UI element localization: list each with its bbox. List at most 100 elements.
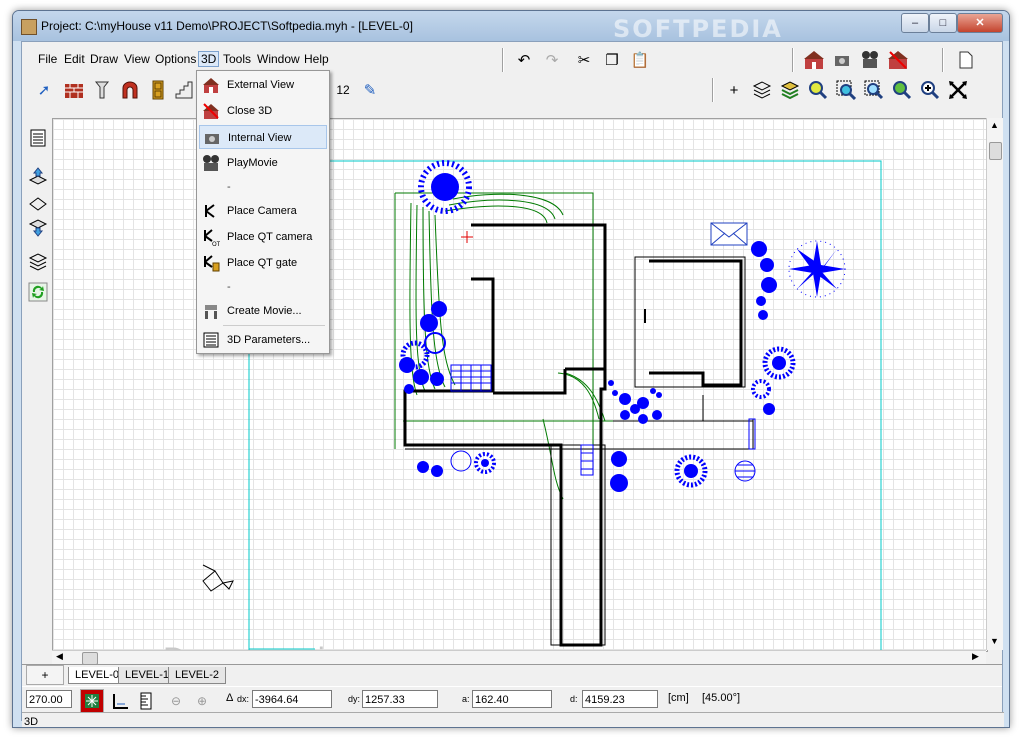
properties-icon[interactable] xyxy=(26,126,50,150)
close-3d-icon[interactable] xyxy=(886,48,910,72)
menu-item-place-qt-gate[interactable]: Place QT gate xyxy=(199,251,327,275)
rotate-right-icon[interactable]: ⊕ xyxy=(190,689,214,713)
select-arrow-icon[interactable]: ➚ xyxy=(32,78,56,102)
menu-item-create-movie[interactable]: Create Movie... xyxy=(199,299,327,323)
scroll-left-icon[interactable]: ◀ xyxy=(56,651,63,662)
unit-label: [cm] xyxy=(668,692,689,704)
menu-divider xyxy=(223,325,325,326)
level-tab-bar: + LEVEL-0 LEVEL-1 LEVEL-2 xyxy=(22,664,1002,685)
wall-icon[interactable] xyxy=(62,78,86,102)
separator xyxy=(792,48,794,72)
camera-icon xyxy=(203,129,221,147)
scroll-right-icon[interactable]: ▶ xyxy=(972,651,979,662)
pan-icon[interactable] xyxy=(946,78,970,102)
internal-view-icon[interactable] xyxy=(830,48,854,72)
dimension-tool[interactable]: 12 xyxy=(328,78,358,102)
menu-view[interactable]: View xyxy=(122,52,152,66)
zoom-in-icon[interactable] xyxy=(918,78,942,102)
play-movie-icon[interactable] xyxy=(858,48,882,72)
tab-level-2[interactable]: LEVEL-2 xyxy=(168,667,227,684)
door-icon[interactable] xyxy=(146,78,170,102)
maximize-button[interactable]: □ xyxy=(929,13,957,33)
zoom-window-icon[interactable] xyxy=(834,78,858,102)
d-label: d: xyxy=(570,694,578,704)
menu-options[interactable]: Options xyxy=(153,52,198,66)
draw-toolbar: ➚ 12 ✎ + xyxy=(22,76,1002,104)
separator xyxy=(502,48,504,72)
dx-field[interactable]: -3964.64 xyxy=(252,690,332,708)
external-view-icon[interactable] xyxy=(802,48,826,72)
zoom-all-icon[interactable] xyxy=(862,78,886,102)
drawing-canvas[interactable]: Demo version xyxy=(52,118,988,652)
undo-icon[interactable]: ↶ xyxy=(512,48,536,72)
add-level-button[interactable]: + xyxy=(26,665,64,685)
close-button[interactable]: ✕ xyxy=(957,13,1003,33)
layers-icon[interactable] xyxy=(750,78,774,102)
copy-icon[interactable]: ❐ xyxy=(600,48,624,72)
dy-field[interactable]: 1257.33 xyxy=(362,690,438,708)
menu-bar: File Edit Draw View Options 3D Tools Win… xyxy=(22,48,492,70)
zoom-previous-icon[interactable] xyxy=(890,78,914,102)
layers-color-icon[interactable] xyxy=(778,78,802,102)
place-camera-icon xyxy=(202,202,220,220)
menu-edit[interactable]: Edit xyxy=(62,52,87,66)
add-point-icon[interactable]: + xyxy=(722,78,746,102)
arch-icon[interactable] xyxy=(118,78,142,102)
menu-draw[interactable]: Draw xyxy=(88,52,120,66)
minimize-button[interactable]: – xyxy=(901,13,929,33)
dy-label: dy: xyxy=(348,694,361,704)
angle-degree-label: [45.00°] xyxy=(702,692,741,704)
title-bar[interactable]: Project: C:\myHouse v11 Demo\PROJECT\Sof… xyxy=(13,11,1009,43)
level-icon[interactable] xyxy=(26,190,50,214)
new-page-icon[interactable] xyxy=(954,48,978,72)
menu-separator: - xyxy=(227,181,231,193)
menu-item-play-movie[interactable]: PlayMovie xyxy=(199,151,327,175)
menu-window[interactable]: Window xyxy=(255,52,302,66)
stairs-icon[interactable] xyxy=(172,78,196,102)
horizontal-scrollbar[interactable]: ◀ ▶ xyxy=(52,650,986,665)
separator xyxy=(712,78,714,102)
menu-item-3d-parameters[interactable]: 3D Parameters... xyxy=(199,328,327,352)
window-title: Project: C:\myHouse v11 Demo\PROJECT\Sof… xyxy=(41,19,413,33)
edit-toolbar: ↶ ↷ ✂ ❐ 📋 xyxy=(502,46,1002,74)
menu-item-place-camera[interactable]: Place Camera xyxy=(199,199,327,223)
parameters-icon xyxy=(202,331,220,349)
scroll-down-icon[interactable]: ▼ xyxy=(990,636,999,646)
delta-icon: Δ xyxy=(226,692,234,704)
menu-item-close-3d[interactable]: Close 3D xyxy=(199,99,327,123)
vertical-scroll-thumb[interactable] xyxy=(989,142,1002,160)
a-label: a: xyxy=(462,694,470,704)
scroll-up-icon[interactable]: ▲ xyxy=(990,120,999,130)
menu-item-external-view[interactable]: External View xyxy=(199,73,327,97)
left-toolbar xyxy=(24,120,52,320)
column-icon[interactable] xyxy=(90,78,114,102)
cut-icon[interactable]: ✂ xyxy=(572,48,596,72)
paste-icon[interactable]: 📋 xyxy=(628,48,652,72)
dx-label: dx: xyxy=(237,694,250,704)
ortho-icon[interactable] xyxy=(108,689,132,713)
level-up-icon[interactable] xyxy=(26,164,50,188)
measure-icon[interactable] xyxy=(134,689,158,713)
level-down-icon[interactable] xyxy=(26,216,50,240)
redo-icon[interactable]: ↷ xyxy=(540,48,564,72)
snap-grid-icon[interactable] xyxy=(80,689,104,713)
a-field[interactable]: 162.40 xyxy=(472,690,552,708)
status-bar: 3D xyxy=(22,712,1004,727)
zoom-icon[interactable] xyxy=(806,78,830,102)
menu-file[interactable]: File xyxy=(36,52,59,66)
pencil-icon[interactable]: ✎ xyxy=(358,78,382,102)
refresh-icon[interactable] xyxy=(26,280,50,304)
all-levels-icon[interactable] xyxy=(26,250,50,274)
menu-item-internal-view[interactable]: Internal View xyxy=(199,125,327,149)
menu-tools[interactable]: Tools xyxy=(221,52,253,66)
menu-item-place-qt-camera[interactable]: QT Place QT camera xyxy=(199,225,327,249)
menu-3d[interactable]: 3D xyxy=(198,51,220,67)
menu-3d-dropdown: External View Close 3D Internal View Pla… xyxy=(196,70,330,354)
angle-field[interactable]: 270.00 xyxy=(26,690,72,708)
vertical-scrollbar[interactable]: ▲ ▼ xyxy=(986,118,1003,650)
d-field[interactable]: 4159.23 xyxy=(582,690,658,708)
menu-help[interactable]: Help xyxy=(302,52,331,66)
rotate-left-icon[interactable]: ⊖ xyxy=(164,689,188,713)
softpedia-watermark: SOFTPEDIA xyxy=(613,15,783,43)
app-window: Project: C:\myHouse v11 Demo\PROJECT\Sof… xyxy=(12,10,1010,728)
